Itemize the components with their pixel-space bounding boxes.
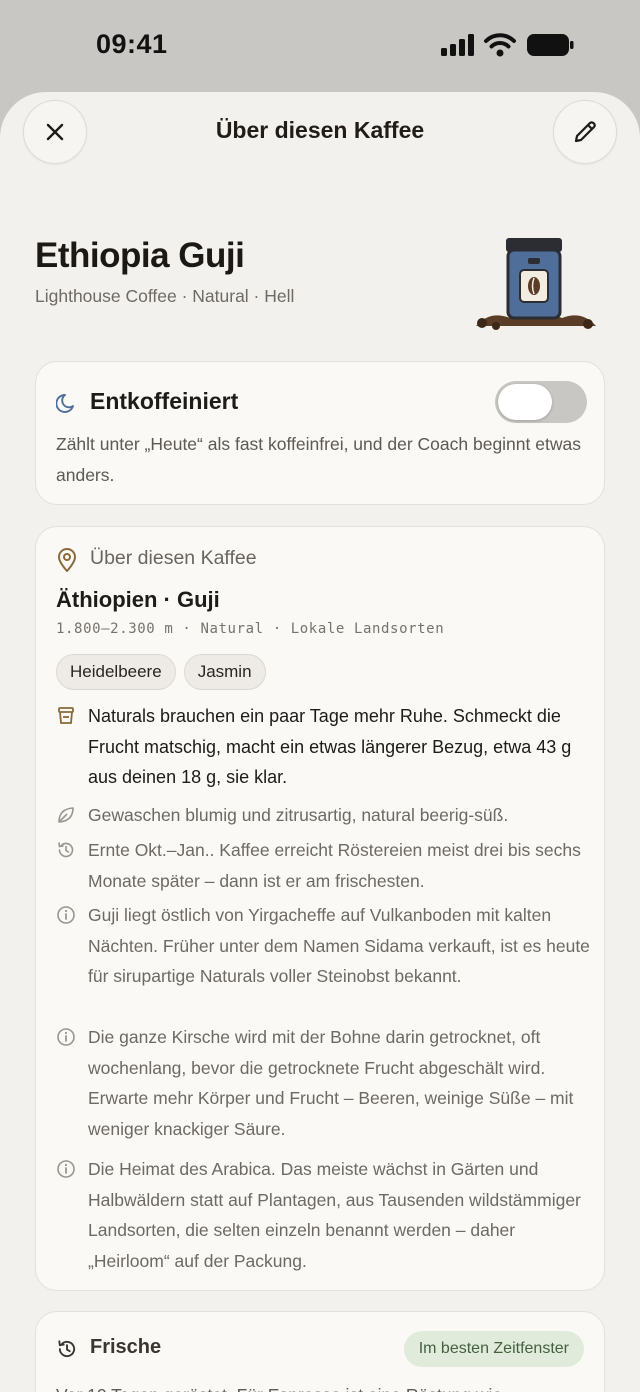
battery-icon <box>527 34 574 56</box>
status-time: 09:41 <box>96 28 168 59</box>
decaf-card: Entkoffeiniert Zählt unter „Heute“ als f… <box>35 361 605 505</box>
leaf-icon <box>58 807 74 823</box>
status-bar: 09:41 <box>0 0 640 92</box>
origin-meta: 1.800–2.300 m · Natural · Lokale Landsor… <box>56 621 445 637</box>
about-heading: Über diesen Kaffee <box>90 547 257 569</box>
freshness-card: Frische Im besten Zeitfenster Vor 10 Tag… <box>35 1311 605 1392</box>
sheet-title: Über diesen Kaffee <box>215 117 425 143</box>
coffee-detail-sheet: Über diesen Kaffee Ethiopia Guji Lightho… <box>0 92 640 1392</box>
coffee-bag-icon <box>476 238 596 330</box>
note-text: Die Heimat des Arabica. Das meiste wächs… <box>88 1159 581 1271</box>
note-item: Die Heimat des Arabica. Das meiste wächs… <box>56 1154 591 1276</box>
signal-icon <box>441 34 474 56</box>
coffee-name: Ethiopia Guji <box>35 236 245 275</box>
history-icon <box>58 1340 76 1358</box>
note-text: Guji liegt östlich von Yirgacheffe auf V… <box>88 905 590 986</box>
brew-tip: Naturals brauchen ein paar Tage mehr Ruh… <box>56 701 591 793</box>
coffee-subtitle: Lighthouse Coffee · Natural · Hell <box>35 286 295 306</box>
grinder-icon <box>58 707 74 724</box>
tag-chip[interactable]: Jasmin <box>183 654 266 690</box>
history-icon <box>58 842 74 858</box>
note-item: Die ganze Kirsche wird mit der Bohne dar… <box>56 1022 591 1144</box>
wifi-icon <box>484 33 516 57</box>
note-text: Gewaschen blumig und zitrusartig, natura… <box>88 805 509 825</box>
note-item: Gewaschen blumig und zitrusartig, natura… <box>56 800 591 831</box>
note-item: Guji liegt östlich von Yirgacheffe auf V… <box>56 900 591 992</box>
about-card: Über diesen Kaffee Äthiopien · Guji 1.80… <box>35 526 605 1291</box>
freshness-badge: Im besten Zeitfenster <box>403 1331 584 1367</box>
decaf-title: Entkoffeiniert <box>90 388 239 414</box>
tag-chip[interactable]: Heidelbeere <box>56 654 176 690</box>
freshness-text: Vor 10 Tagen geröstet. Für Espresso ist … <box>56 1380 596 1392</box>
note-text: Die ganze Kirsche wird mit der Bohne dar… <box>88 1027 574 1139</box>
decaf-description: Zählt unter „Heute“ als fast koffeinfrei… <box>56 434 581 485</box>
flavor-tags: Heidelbeere Jasmin <box>56 654 266 690</box>
status-icons <box>440 33 574 57</box>
moon-icon <box>56 394 74 413</box>
decaf-toggle[interactable] <box>495 381 587 423</box>
origin-title: Äthiopien · Guji <box>56 587 220 612</box>
info-icon <box>57 1160 75 1178</box>
note-text: Naturals brauchen ein paar Tage mehr Ruh… <box>88 706 572 787</box>
freshness-title: Frische <box>90 1336 162 1358</box>
info-icon <box>57 1028 75 1046</box>
edit-button[interactable] <box>553 100 617 164</box>
toggle-knob <box>498 384 552 420</box>
note-text: Ernte Okt.–Jan.. Kaffee erreicht Röstere… <box>88 840 581 891</box>
note-item: Ernte Okt.–Jan.. Kaffee erreicht Röstere… <box>56 835 591 896</box>
location-pin-icon <box>58 548 76 572</box>
pencil-icon <box>574 121 596 143</box>
info-icon <box>57 906 75 924</box>
